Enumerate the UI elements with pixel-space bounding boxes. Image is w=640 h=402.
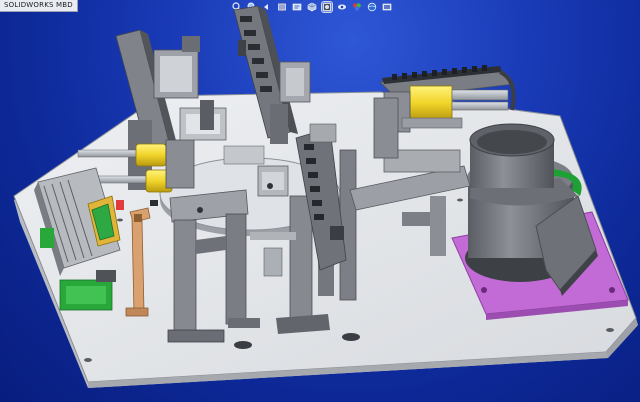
graphics-area[interactable]: SOLIDWORKS MBD — [0, 0, 640, 402]
assembly-machine-model[interactable] — [0, 0, 640, 402]
vibratory-bowl-feeder — [465, 123, 598, 296]
